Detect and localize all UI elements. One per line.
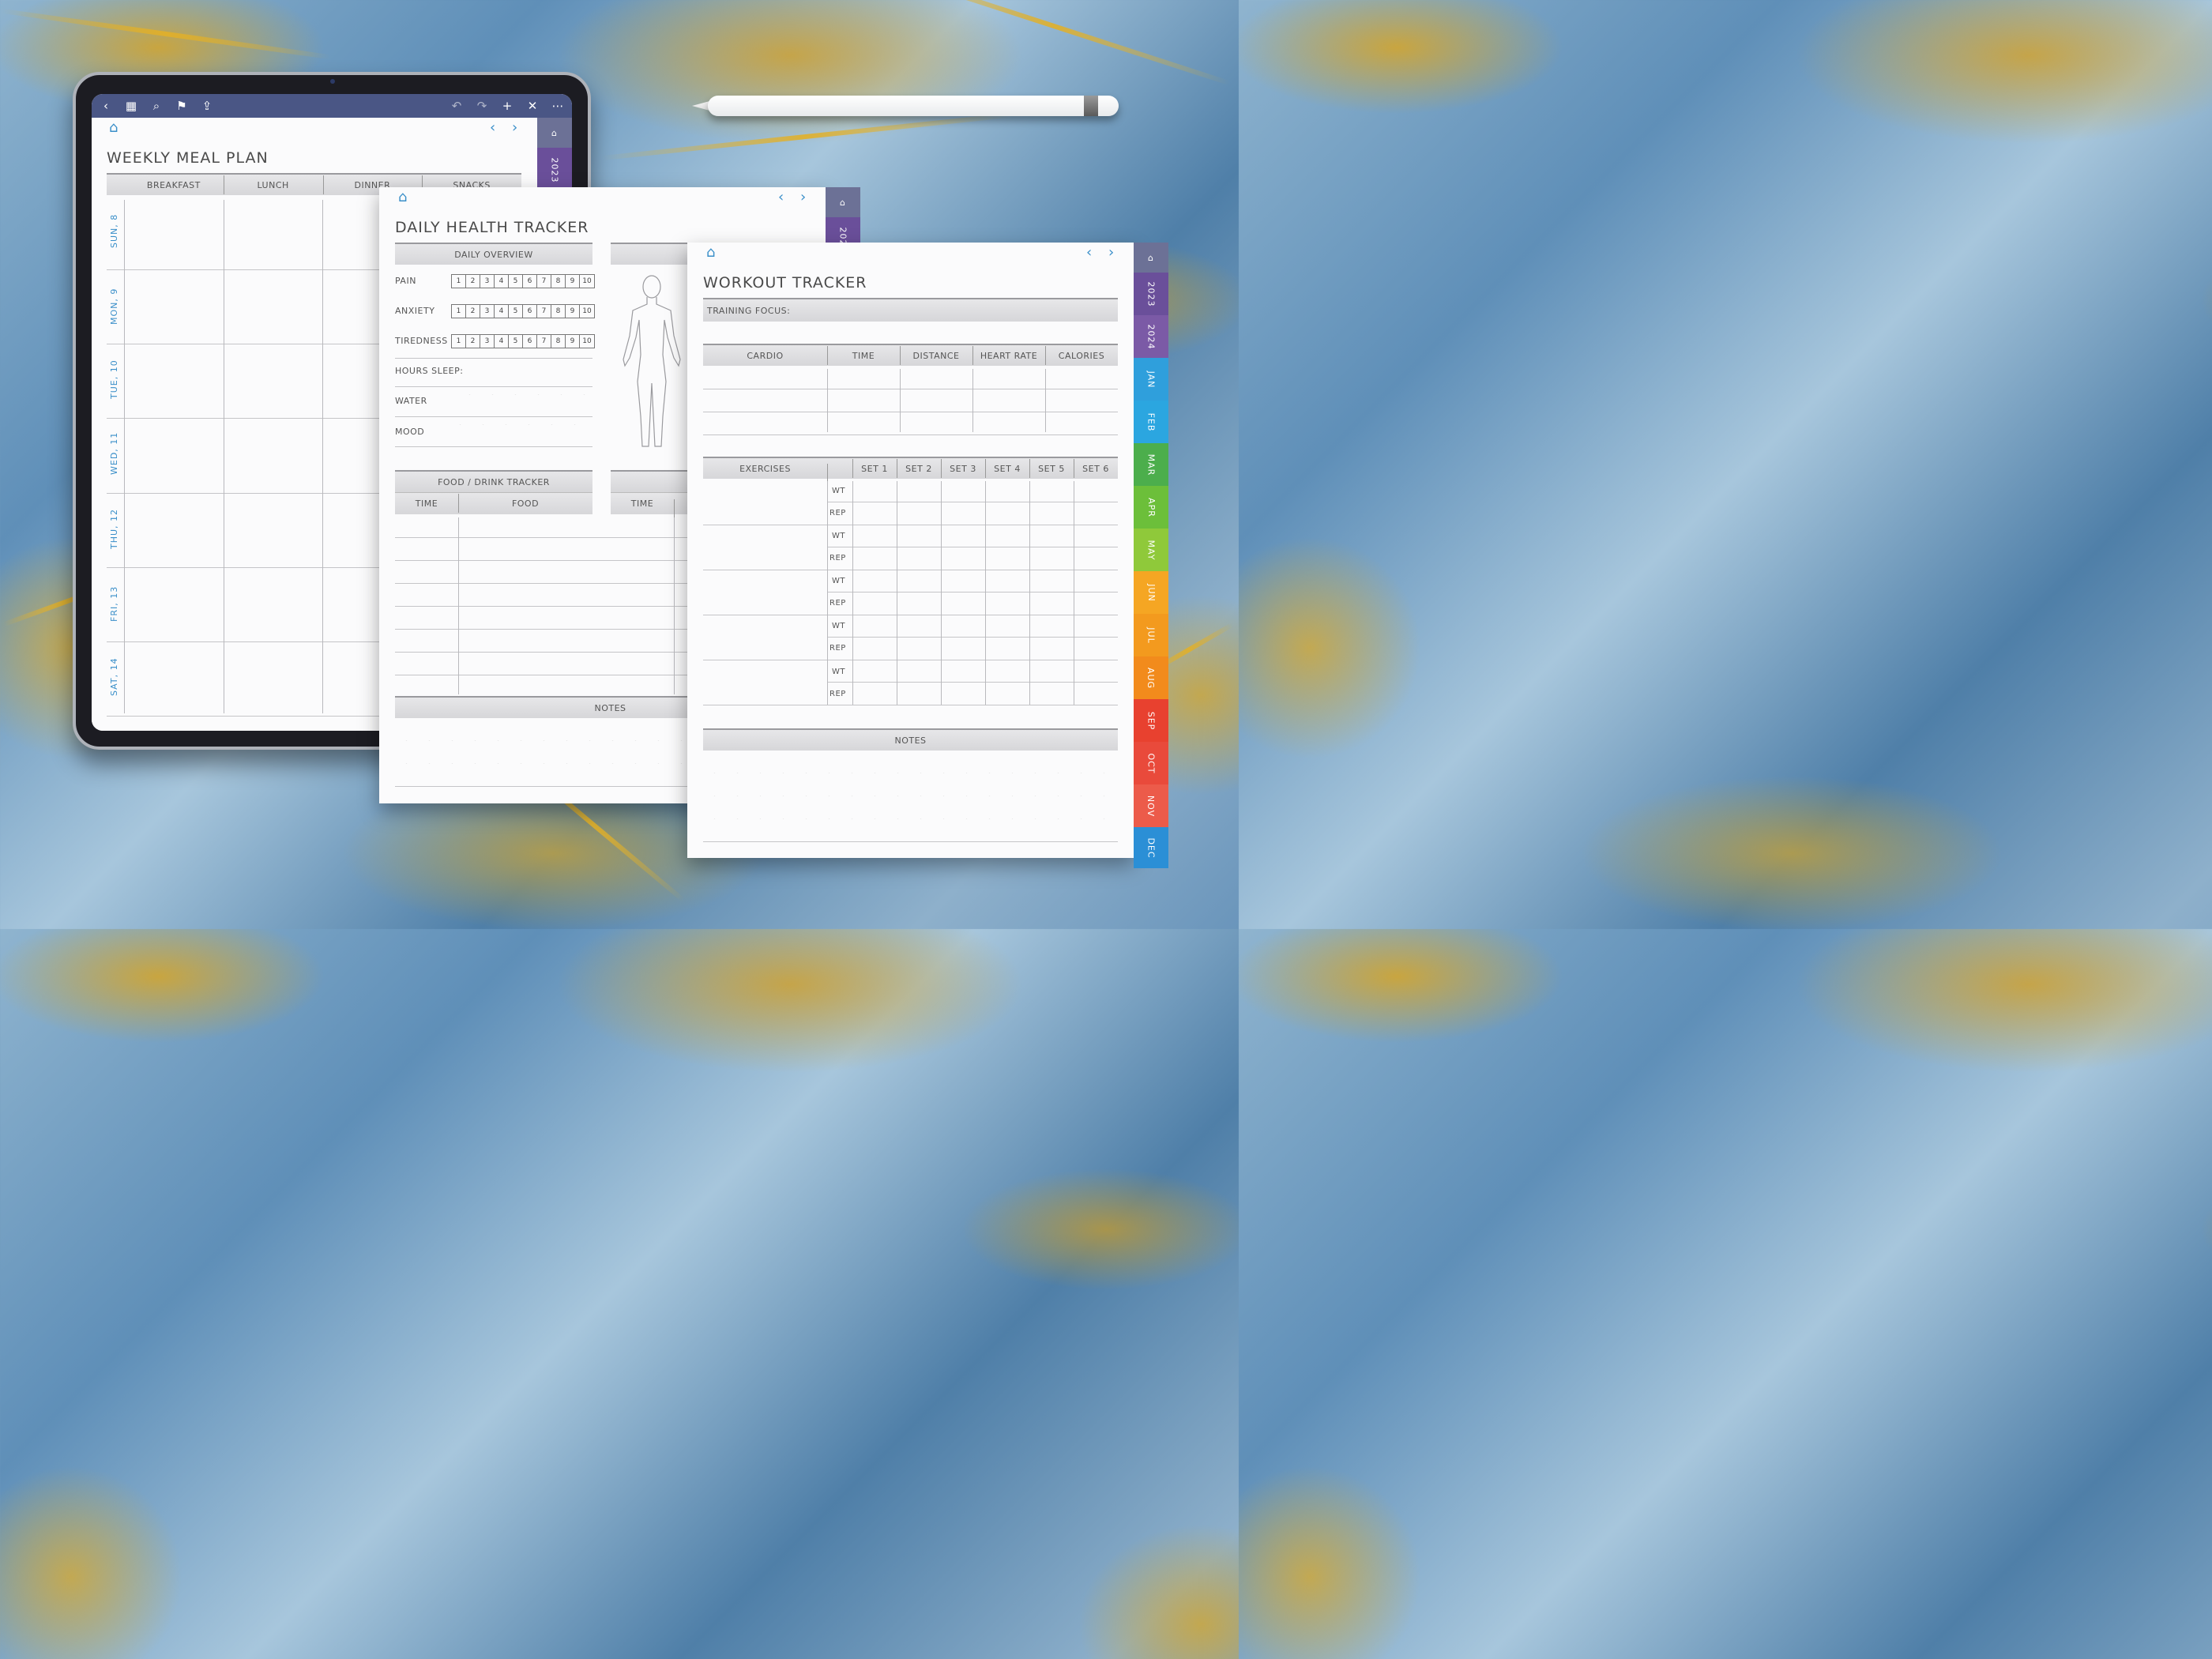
day-label: MON, 9 bbox=[109, 288, 119, 325]
day-label: SAT, 14 bbox=[109, 657, 119, 696]
daily-overview-header: DAILY OVERVIEW bbox=[395, 243, 592, 265]
tiredness-scale[interactable]: 1 2 3 4 5 6 7 8 9 10 bbox=[451, 334, 595, 348]
page-title: DAILY HEALTH TRACKER bbox=[395, 219, 589, 236]
exercises-header: EXERCISES SET 1 SET 2 SET 3 SET 4 SET 5 … bbox=[703, 457, 1118, 483]
day-label: FRI, 13 bbox=[109, 585, 119, 622]
share-icon[interactable]: ⇪ bbox=[201, 99, 213, 113]
tab-nov[interactable]: NOV bbox=[1134, 784, 1168, 827]
day-label: TUE, 10 bbox=[109, 359, 119, 399]
cardio-header: CARDIO TIME DISTANCE HEART RATE CALORIES bbox=[703, 344, 1118, 366]
search-icon[interactable]: ⌕ bbox=[150, 99, 163, 113]
tab-aug[interactable]: AUG bbox=[1134, 656, 1168, 699]
anxiety-label: ANXIETY bbox=[395, 306, 435, 316]
back-icon[interactable]: ‹ bbox=[100, 99, 112, 113]
tab-2023[interactable]: 2023 bbox=[537, 148, 572, 192]
tab-home[interactable]: ⌂ bbox=[1134, 243, 1168, 273]
next-page-icon[interactable]: › bbox=[1108, 244, 1114, 261]
tab-mar[interactable]: MAR bbox=[1134, 443, 1168, 486]
plus-icon[interactable]: + bbox=[501, 99, 514, 113]
month-tabs: ⌂ 2023 2024 JAN FEB MAR APR MAY JUN JUL … bbox=[1134, 243, 1168, 868]
tab-oct[interactable]: OCT bbox=[1134, 742, 1168, 784]
undo-icon[interactable]: ↶ bbox=[450, 99, 463, 113]
next-page-icon[interactable]: › bbox=[512, 119, 517, 136]
training-focus-field[interactable]: TRAINING FOCUS: bbox=[703, 298, 1118, 322]
app-toolbar: ‹ ▦ ⌕ ⚑ ⇪ ↶ ↷ + ✕ ⋯ bbox=[92, 94, 572, 118]
tab-may[interactable]: MAY bbox=[1134, 529, 1168, 571]
home-icon: ⌂ bbox=[551, 127, 558, 138]
prev-page-icon[interactable]: ‹ bbox=[1086, 244, 1092, 261]
day-label: THU, 12 bbox=[109, 508, 119, 549]
tiredness-label: TIREDNESS bbox=[395, 336, 448, 346]
redo-icon[interactable]: ↷ bbox=[476, 99, 488, 113]
food-tracker-header: FOOD / DRINK TRACKER bbox=[395, 470, 592, 492]
workout-tracker-page: ⌂ ‹ › WORKOUT TRACKER TRAINING FOCUS: CA… bbox=[687, 243, 1134, 858]
tab-2023[interactable]: 2023 bbox=[1134, 273, 1168, 315]
food-columns-header: TIME FOOD bbox=[395, 492, 592, 514]
prev-page-icon[interactable]: ‹ bbox=[490, 119, 495, 136]
column-lunch: LUNCH bbox=[223, 175, 323, 194]
day-label: WED, 11 bbox=[109, 431, 119, 475]
tab-home[interactable]: ⌂ bbox=[537, 118, 572, 148]
prev-page-icon[interactable]: ‹ bbox=[778, 189, 784, 205]
tab-2024[interactable]: 2024 bbox=[1134, 315, 1168, 358]
page-title: WEEKLY MEAL PLAN bbox=[107, 149, 269, 167]
body-outline-figure[interactable] bbox=[620, 273, 683, 453]
notes-dot-grid[interactable] bbox=[703, 818, 1118, 819]
tab-feb[interactable]: FEB bbox=[1134, 401, 1168, 443]
tab-jun[interactable]: JUN bbox=[1134, 571, 1168, 614]
camera-dot bbox=[330, 79, 335, 84]
home-icon[interactable]: ⌂ bbox=[706, 244, 715, 261]
next-page-icon[interactable]: › bbox=[800, 189, 806, 205]
home-icon[interactable]: ⌂ bbox=[109, 119, 118, 136]
anxiety-scale[interactable]: 1 2 3 4 5 6 7 8 9 10 bbox=[451, 304, 595, 318]
apple-pencil bbox=[692, 93, 1138, 117]
meal-plan-tabs: ⌂ 2023 bbox=[537, 118, 572, 192]
day-label: SUN, 8 bbox=[109, 213, 119, 248]
tab-jul[interactable]: JUL bbox=[1134, 614, 1168, 656]
tab-sep[interactable]: SEP bbox=[1134, 699, 1168, 742]
column-breakfast: BREAKFAST bbox=[146, 179, 201, 190]
more-icon[interactable]: ⋯ bbox=[551, 99, 564, 113]
mood-tracker-dots[interactable] bbox=[449, 424, 592, 425]
pain-label: PAIN bbox=[395, 276, 416, 286]
home-icon: ⌂ bbox=[1148, 252, 1154, 263]
water-label: WATER bbox=[395, 396, 427, 406]
notes-header: NOTES bbox=[703, 728, 1118, 750]
hours-sleep-label: HOURS SLEEP: bbox=[395, 366, 464, 376]
tab-jan[interactable]: JAN bbox=[1134, 358, 1168, 401]
water-tracker-dots[interactable] bbox=[458, 394, 592, 395]
grid-icon[interactable]: ▦ bbox=[125, 99, 137, 113]
bookmark-icon[interactable]: ⚑ bbox=[175, 99, 188, 113]
close-icon[interactable]: ✕ bbox=[526, 99, 539, 113]
home-icon: ⌂ bbox=[840, 197, 846, 208]
pain-scale[interactable]: 1 2 3 4 5 6 7 8 9 10 bbox=[451, 274, 595, 288]
page-title: WORKOUT TRACKER bbox=[703, 274, 867, 292]
tab-apr[interactable]: APR bbox=[1134, 486, 1168, 529]
home-icon[interactable]: ⌂ bbox=[398, 189, 407, 205]
tab-home[interactable]: ⌂ bbox=[826, 187, 860, 217]
tab-dec[interactable]: DEC bbox=[1134, 827, 1168, 868]
mood-label: MOOD bbox=[395, 427, 425, 437]
